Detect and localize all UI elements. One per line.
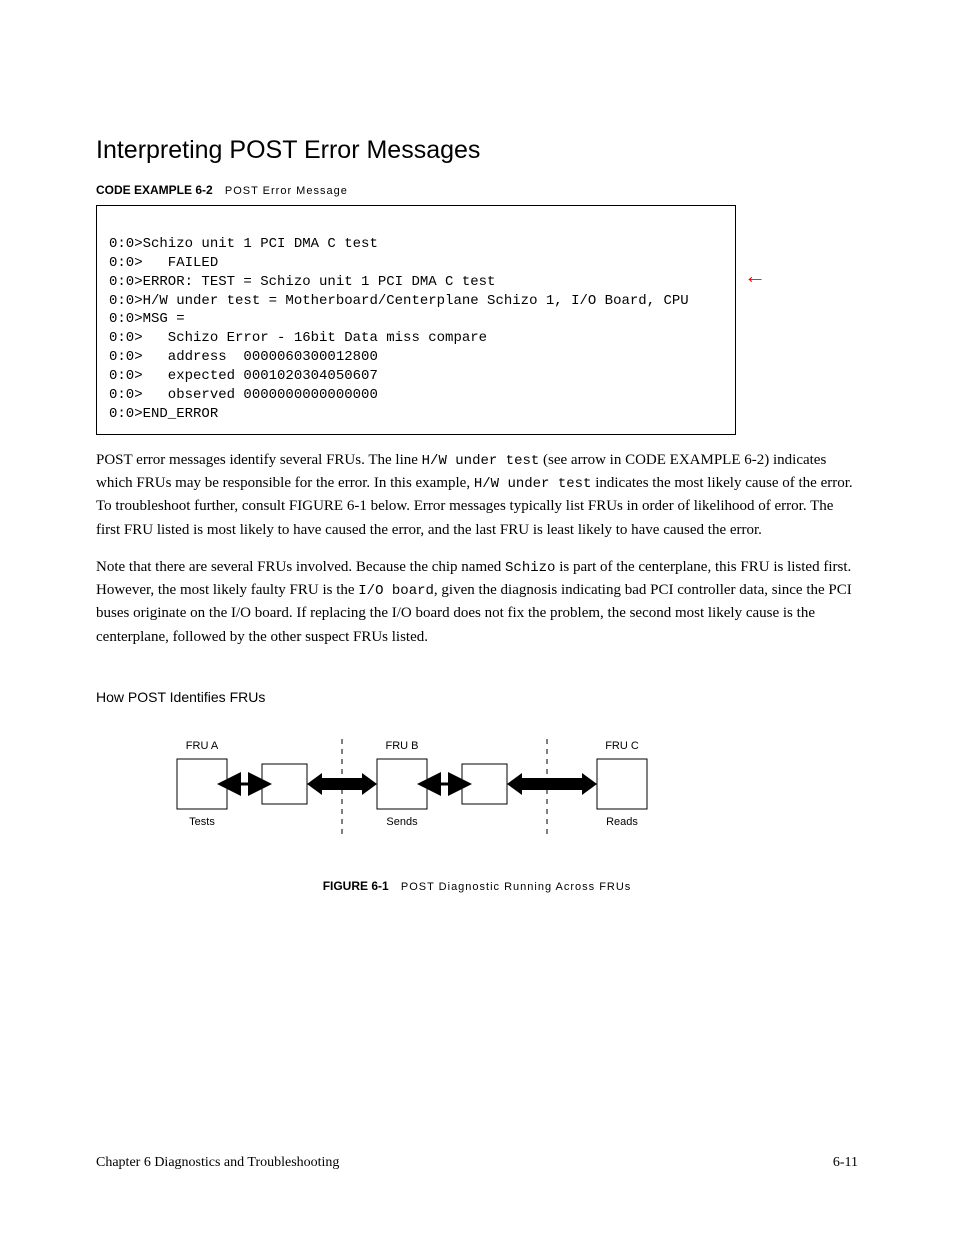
subheading: How POST Identifies FRUs <box>96 689 858 705</box>
page: Interpreting POST Error Messages CODE EX… <box>0 0 954 1235</box>
p2-code2: I/O board <box>358 583 434 599</box>
label-sends: Sends <box>386 816 418 828</box>
code-line: 0:0> observed 0000000000000000 <box>109 387 378 403</box>
label-reads: Reads <box>606 816 638 828</box>
codebox: 0:0>Schizo unit 1 PCI DMA C test 0:0> FA… <box>96 205 736 435</box>
code-line: 0:0>Schizo unit 1 PCI DMA C test <box>109 236 378 252</box>
page-footer: Chapter 6 Diagnostics and Troubleshootin… <box>96 1155 858 1171</box>
footer-right: 6-11 <box>833 1155 858 1171</box>
label-fru-c: FRU C <box>605 740 639 752</box>
codebox-wrap: 0:0>Schizo unit 1 PCI DMA C test 0:0> FA… <box>96 205 858 435</box>
paragraph-1: POST error messages identify several FRU… <box>96 449 858 542</box>
code-line: 0:0> FAILED <box>109 255 218 271</box>
figure-caption: FIGURE 6-1 POST Diagnostic Running Acros… <box>96 879 858 893</box>
p1-code1: H/W under test <box>422 453 540 469</box>
label-tests: Tests <box>189 816 215 828</box>
paragraph-2: Note that there are several FRUs involve… <box>96 556 858 649</box>
p1-pre: POST error messages identify several FRU… <box>96 452 422 468</box>
label-fru-b: FRU B <box>386 740 419 752</box>
code-caption: CODE EXAMPLE 6-2 POST Error Message <box>96 183 858 197</box>
p1-code2: H/W under test <box>474 476 592 492</box>
section-title: Interpreting POST Error Messages <box>96 136 858 165</box>
code-line: 0:0>ERROR: TEST = Schizo unit 1 PCI DMA … <box>109 274 495 290</box>
code-caption-text: POST Error Message <box>225 185 348 197</box>
figure-caption-label: FIGURE 6-1 <box>323 879 389 893</box>
code-line: 0:0> address 0000060300012800 <box>109 349 378 365</box>
code-line: 0:0>END_ERROR <box>109 406 218 422</box>
code-line: 0:0> Schizo Error - 16bit Data miss comp… <box>109 330 487 346</box>
code-line: 0:0>MSG = <box>109 311 185 327</box>
p2-pre: Note that there are several FRUs involve… <box>96 559 505 575</box>
label-fru-a: FRU A <box>186 740 219 752</box>
fru-diagram: FRU A Tests FRU B Sends FRU C Reads <box>157 719 797 869</box>
figure-caption-text: POST Diagnostic Running Across FRUs <box>401 881 631 893</box>
arrow-icon: ← <box>744 265 766 287</box>
code-line: 0:0> expected 0001020304050607 <box>109 368 378 384</box>
code-caption-label: CODE EXAMPLE 6-2 <box>96 183 213 197</box>
p2-code1: Schizo <box>505 560 555 576</box>
footer-left: Chapter 6 Diagnostics and Troubleshootin… <box>96 1155 339 1171</box>
code-line: 0:0>H/W under test = Motherboard/Centerp… <box>109 293 689 309</box>
